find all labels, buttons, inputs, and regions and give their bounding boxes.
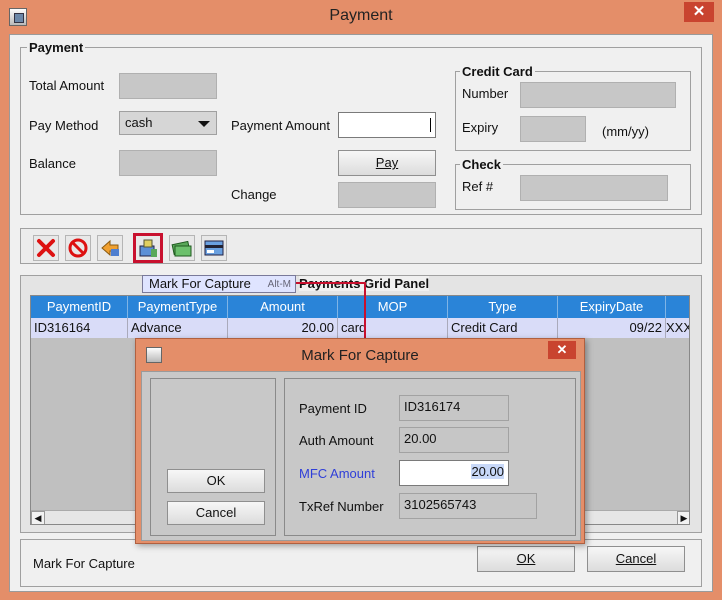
payment-id-label: Payment ID <box>299 401 367 416</box>
txref-label: TxRef Number <box>299 499 384 514</box>
dialog-button-panel: OK Cancel <box>150 378 276 536</box>
payment-id-field: ID316174 <box>399 395 509 421</box>
dialog-cancel-button[interactable]: Cancel <box>167 501 265 525</box>
mfc-amount-value: 20.00 <box>471 464 504 479</box>
dialog-close-button[interactable]: ✕ <box>548 341 576 359</box>
dialog-fields-panel: Payment ID ID316174 Auth Amount 20.00 MF… <box>284 378 576 536</box>
mfc-amount-label: MFC Amount <box>299 466 375 481</box>
auth-amount-label: Auth Amount <box>299 433 374 448</box>
mfc-amount-input[interactable]: 20.00 <box>399 460 509 486</box>
auth-amount-field: 20.00 <box>399 427 509 453</box>
dialog-client: OK Cancel Payment ID ID316174 Auth Amoun… <box>141 371 581 541</box>
txref-field: 3102565743 <box>399 493 537 519</box>
dialog-ok-button[interactable]: OK <box>167 469 265 493</box>
mark-for-capture-dialog: Mark For Capture ✕ OK Cancel Payment ID … <box>135 338 585 544</box>
dialog-title: Mark For Capture <box>301 347 419 364</box>
